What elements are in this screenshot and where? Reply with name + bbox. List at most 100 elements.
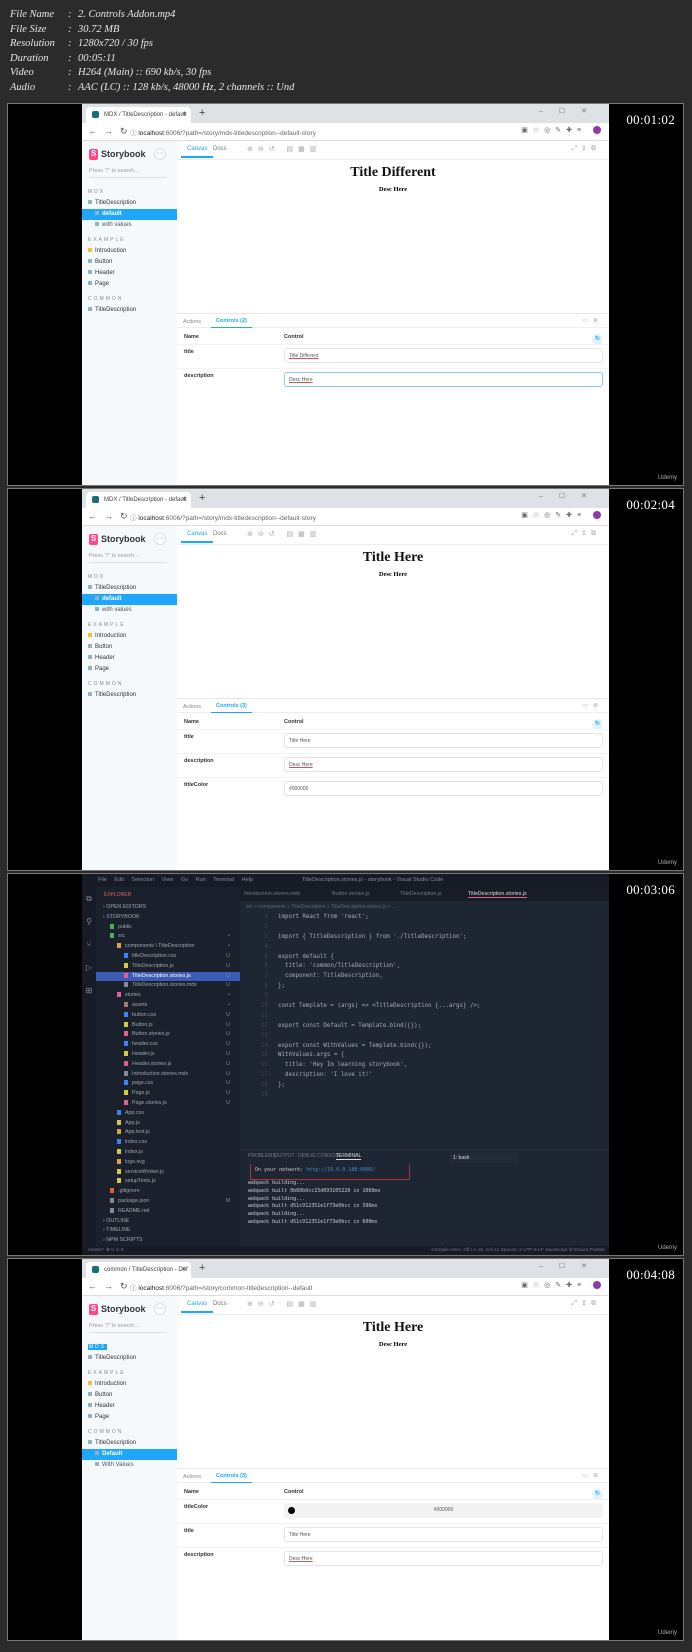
file-tree-item[interactable]: index.css (96, 1138, 240, 1148)
new-tab-button[interactable]: + (199, 107, 205, 119)
terminal-select[interactable]: 1: bash (450, 1153, 518, 1163)
file-tree-item[interactable]: Page.stories.js U (96, 1099, 240, 1109)
tab-actions[interactable]: Actions (183, 1474, 201, 1480)
file-tree-item[interactable]: public (96, 923, 240, 933)
panel-tab[interactable]: PROBLEMS (248, 1153, 276, 1159)
zoom-tools[interactable]: ⊕⊖↺ ▤▦▥ (247, 530, 321, 538)
file-tree-item[interactable]: › OPEN EDITORS (96, 903, 240, 913)
file-tree-item[interactable]: page.css U (96, 1079, 240, 1089)
nav-buttons[interactable]: ←→↻ (88, 126, 135, 137)
close-tab-icon[interactable]: × (182, 496, 186, 503)
sidebar-item[interactable]: Button (82, 257, 177, 268)
tab-docs[interactable]: Docs (213, 1301, 227, 1307)
url-field[interactable]: ⓘ localhost:6006/?path=/story/common-tit… (130, 1282, 312, 1292)
sidebar-item[interactable]: With Values (82, 1460, 177, 1471)
file-tree-item[interactable]: App.test.js (96, 1128, 240, 1138)
tab-controls[interactable]: Controls (3) (211, 1473, 252, 1483)
sidebar-item[interactable]: Introduction (82, 246, 177, 257)
file-tree-item[interactable]: Header.js U (96, 1050, 240, 1060)
sidebar-item[interactable]: TitleDescription (82, 1353, 177, 1364)
profile-avatar[interactable] (593, 126, 601, 135)
window-controls[interactable]: –☐✕ (539, 1262, 603, 1270)
new-tab-button[interactable]: + (199, 1262, 205, 1274)
tab-canvas[interactable]: Canvas (181, 531, 214, 543)
file-tree-item[interactable]: TitleDescription.js U (96, 962, 240, 972)
url-field[interactable]: ⓘ localhost:6006/?path=/story/mdx-titled… (130, 512, 316, 522)
editor-tab[interactable]: TitleDescription.js (400, 891, 442, 897)
control-input[interactable]: Desc Here (284, 757, 603, 772)
new-tab-button[interactable]: + (199, 492, 205, 504)
file-tree-item[interactable]: button.css U (96, 1011, 240, 1021)
control-input[interactable]: Desc Here (284, 1551, 603, 1566)
sidebar-item[interactable]: Introduction (82, 1379, 177, 1390)
editor-tab[interactable]: TitleDescription.stories.js (468, 891, 527, 898)
sidebar-item[interactable]: Page (82, 279, 177, 290)
file-tree-item[interactable]: Header.stories.js U (96, 1060, 240, 1070)
file-tree-item[interactable]: App.js (96, 1119, 240, 1129)
tab-actions[interactable]: Actions (183, 704, 201, 710)
tab-docs[interactable]: Docs (213, 531, 227, 537)
file-tree-item[interactable]: Button.stories.js U (96, 1030, 240, 1040)
sidebar-item[interactable]: default (82, 594, 177, 605)
browser-extension-icons[interactable]: ▣☆◎✎✚≡ (521, 1281, 601, 1290)
status-left[interactable]: master* ⊗ 0 ⚠ 0 (88, 1248, 124, 1253)
file-tree-item[interactable]: TitleDescription.stories.js U (96, 971, 240, 982)
profile-avatar[interactable] (593, 1281, 601, 1290)
panel-icons[interactable]: ▭⊗ (582, 317, 603, 324)
sidebar-item[interactable]: with values (82, 605, 177, 616)
sidebar-item[interactable]: Page (82, 1412, 177, 1423)
file-tree-item[interactable]: TitleDescription.stories.mdx U (96, 981, 240, 991)
sidebar-item[interactable]: Header (82, 653, 177, 664)
sidebar-item[interactable]: Default (82, 1449, 177, 1460)
sidebar-item[interactable]: Page (82, 664, 177, 675)
panel-icons[interactable]: ▭⊗ (582, 1472, 603, 1479)
close-tab-icon[interactable]: × (182, 1266, 186, 1273)
sidebar-menu-button[interactable]: ··· (154, 148, 166, 160)
file-tree-item[interactable]: components \ TitleDescription • (96, 942, 240, 952)
status-right[interactable]: Compile Hero: Off Ln 15, Col 11 Spaces: … (431, 1248, 605, 1253)
file-tree-item[interactable]: App.css (96, 1109, 240, 1119)
file-tree-item[interactable]: › STORYBOOK (96, 913, 240, 923)
file-tree-item[interactable]: › OUTLINE (96, 1217, 240, 1227)
fullscreen-share-icons[interactable]: ⤢⇪⧉ (571, 1300, 601, 1308)
file-tree-item[interactable]: Introduction.stories.mdx U (96, 1070, 240, 1080)
sidebar-item[interactable]: TitleDescription (82, 305, 177, 316)
color-picker[interactable]: #000000 (284, 1503, 603, 1518)
sidebar-item[interactable]: Button (82, 1390, 177, 1401)
file-tree-item[interactable]: setupTests.js (96, 1177, 240, 1187)
panel-icons[interactable]: ▭⊗ (582, 702, 603, 709)
control-input[interactable]: Title Different (284, 348, 603, 363)
sidebar-item[interactable]: Button (82, 642, 177, 653)
file-tree-item[interactable]: README.md (96, 1207, 240, 1217)
control-input[interactable]: Desc Here (284, 372, 603, 387)
editor-tab[interactable]: Introduction.stories.mdx (244, 891, 300, 897)
panel-tab[interactable]: TERMINAL (336, 1153, 362, 1160)
code-area[interactable]: 1 import React from 'react'; 2 3 import { Ti… (240, 913, 609, 1101)
control-input[interactable]: Title Here (284, 1527, 603, 1542)
url-field[interactable]: ⓘ localhost:6006/?path=/story/mdx-titled… (130, 127, 316, 137)
sidebar-item[interactable]: TitleDescription (82, 1438, 177, 1449)
file-tree-item[interactable]: Page.js U (96, 1089, 240, 1099)
sidebar-menu-button[interactable]: ··· (154, 533, 166, 545)
tab-controls[interactable]: Controls (3) (211, 703, 252, 713)
tab-controls[interactable]: Controls (2) (211, 318, 252, 328)
panel-tab[interactable]: OUTPUT (274, 1153, 295, 1159)
file-tree-item[interactable]: › NPM SCRIPTS (96, 1236, 240, 1246)
browser-extension-icons[interactable]: ▣☆◎✎✚≡ (521, 511, 601, 520)
sidebar-item[interactable]: Header (82, 1401, 177, 1412)
file-tree-item[interactable]: logo.svg (96, 1158, 240, 1168)
file-tree-item[interactable]: package.json M (96, 1197, 240, 1207)
sidebar-item[interactable]: TitleDescription (82, 690, 177, 701)
tab-canvas[interactable]: Canvas (181, 146, 214, 158)
tab-canvas[interactable]: Canvas (181, 1301, 214, 1313)
file-tree-item[interactable]: › TIMELINE (96, 1226, 240, 1236)
fullscreen-share-icons[interactable]: ⤢⇪⧉ (571, 145, 601, 153)
file-tree-item[interactable]: Button.js U (96, 1021, 240, 1031)
window-controls[interactable]: –☐✕ (539, 107, 603, 115)
file-tree-item[interactable]: src • (96, 932, 240, 942)
zoom-tools[interactable]: ⊕⊖↺ ▤▦▥ (247, 1300, 321, 1308)
fullscreen-share-icons[interactable]: ⤢⇪⧉ (571, 530, 601, 538)
tab-actions[interactable]: Actions (183, 319, 201, 325)
browser-tab[interactable]: common / TitleDescription - Def × (86, 1262, 191, 1278)
nav-buttons[interactable]: ←→↻ (88, 1281, 135, 1292)
